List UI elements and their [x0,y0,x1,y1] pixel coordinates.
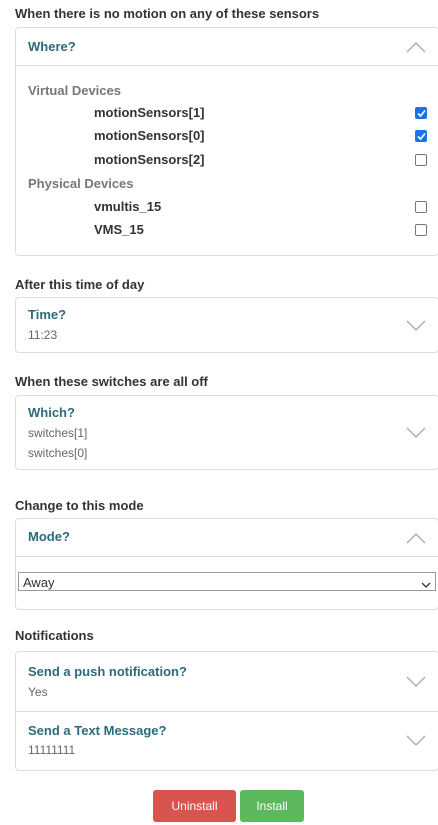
chevron-up-icon[interactable] [406,532,426,544]
where-label: Where? [28,39,76,54]
sms-label: Send a Text Message? [28,723,167,738]
section-title-time: After this time of day [15,277,145,292]
switch-value: switches[0] [28,446,88,460]
chevron-down-icon[interactable] [406,320,426,332]
switches-card[interactable]: Which? switches[1] switches[0] [15,395,438,470]
section-title-mode: Change to this mode [15,498,144,513]
switch-value: switches[1] [28,426,88,440]
notifications-card: Send a push notification? Yes Send a Tex… [15,651,438,771]
device-label: motionSensors[1] [94,105,205,120]
mode-card: Mode? Away [15,518,438,610]
virtual-devices-label: Virtual Devices [28,83,121,98]
device-checkbox[interactable] [415,107,427,119]
device-label: motionSensors[2] [94,152,205,167]
chevron-down-icon[interactable] [406,735,426,747]
push-notification-row[interactable]: Send a push notification? Yes [16,652,438,712]
mode-selected-value: Away [23,575,55,590]
switches-label: Which? [28,405,75,420]
mode-label: Mode? [28,529,70,544]
push-value: Yes [28,685,48,699]
device-checkbox[interactable] [415,224,427,236]
uninstall-button[interactable]: Uninstall [153,790,236,822]
where-header[interactable]: Where? [16,28,438,66]
where-card: Where? Virtual Devices motionSensors[1] … [15,27,438,256]
text-message-row[interactable]: Send a Text Message? 11111111 [16,712,438,770]
device-label: vmultis_15 [94,199,162,214]
device-checkbox[interactable] [415,201,427,213]
push-label: Send a push notification? [28,664,187,679]
mode-select[interactable]: Away [18,572,436,591]
section-title-motion: When there is no motion on any of these … [15,6,320,21]
time-label: Time? [28,307,67,322]
section-title-switches: When these switches are all off [15,374,208,389]
checkmark-icon [417,109,426,118]
time-value: 11:23 [28,328,58,342]
device-checkbox[interactable] [415,154,427,166]
device-checkbox[interactable] [415,130,427,142]
chevron-down-icon[interactable] [406,427,426,439]
section-title-notifications: Notifications [15,628,94,643]
checkmark-icon [417,132,426,141]
device-label: VMS_15 [94,222,144,237]
physical-devices-label: Physical Devices [28,176,134,191]
chevron-down-icon[interactable] [406,676,426,688]
device-label: motionSensors[0] [94,128,205,143]
mode-header[interactable]: Mode? [16,519,438,557]
install-button[interactable]: Install [240,790,304,822]
chevron-up-icon[interactable] [406,41,426,53]
time-card[interactable]: Time? 11:23 [15,297,438,353]
sms-value: 11111111 [28,743,76,757]
chevron-down-icon [421,577,431,592]
